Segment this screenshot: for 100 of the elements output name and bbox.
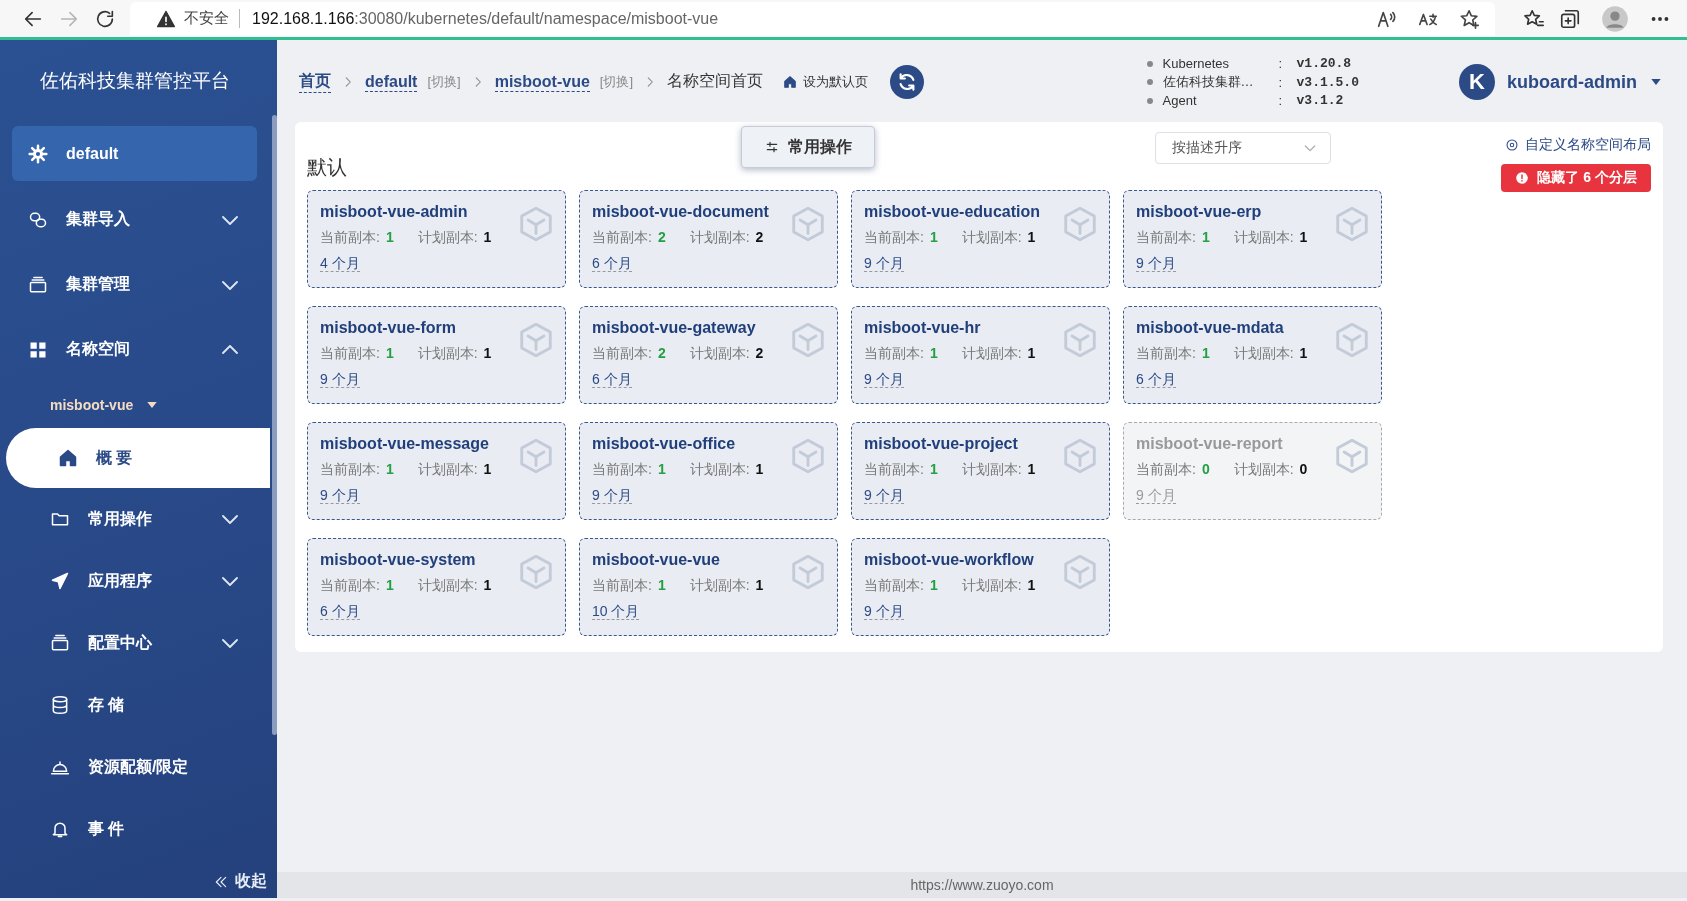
avatar: K <box>1459 64 1495 100</box>
age-text: 9 个月 <box>1136 487 1176 504</box>
workload-card[interactable]: misboot-vue-erp 当前副本: 1 计划副本: 1 9 个月 <box>1123 190 1382 288</box>
workload-card[interactable]: misboot-vue-document 当前副本: 2 计划副本: 2 6 个月 <box>579 190 838 288</box>
version-value: v3.1.5.0 <box>1296 74 1359 90</box>
replica-label: 当前副本: <box>1136 229 1196 245</box>
replica-count: 1 <box>1201 345 1210 361</box>
workload-card[interactable]: misboot-vue-workflow 当前副本: 1 计划副本: 1 9 个月 <box>851 538 1110 636</box>
menu-item[interactable]: 集群管理 <box>0 252 270 317</box>
tray-icon <box>50 633 70 653</box>
workload-card[interactable]: misboot-vue-mdata 当前副本: 1 计划副本: 1 6 个月 <box>1123 306 1382 404</box>
age-text: 6 个月 <box>1136 371 1176 388</box>
workload-card[interactable]: misboot-vue-system 当前副本: 1 计划副本: 1 6 个月 <box>307 538 566 636</box>
gear-icon <box>28 143 48 164</box>
workload-name[interactable]: misboot-vue-form <box>320 319 492 337</box>
workload-card[interactable]: misboot-vue-message 当前副本: 1 计划副本: 1 9 个月 <box>307 422 566 520</box>
workload-card[interactable]: misboot-vue-form 当前副本: 1 计划副本: 1 9 个月 <box>307 306 566 404</box>
replica-label: 当前副本: <box>592 461 652 477</box>
workload-card[interactable]: misboot-vue-report 当前副本: 0 计划副本: 0 9 个月 <box>1123 422 1382 520</box>
replica-count: 1 <box>929 461 938 477</box>
breadcrumb-link[interactable]: misboot-vue <box>494 72 590 92</box>
menu-item[interactable]: 资源配额/限定 <box>0 736 270 798</box>
replica-count: 1 <box>385 577 394 593</box>
collapse-button[interactable]: 收起 <box>0 871 277 898</box>
replica-count: 2 <box>657 229 666 245</box>
replica-count: 1 <box>657 461 666 477</box>
replica-count: 1 <box>1027 577 1036 593</box>
workload-name[interactable]: misboot-vue-document <box>592 203 769 221</box>
chevron-icon <box>222 576 238 586</box>
workload-name[interactable]: misboot-vue-mdata <box>1136 319 1308 337</box>
workload-card[interactable]: misboot-vue-project 当前副本: 1 计划副本: 1 9 个月 <box>851 422 1110 520</box>
menu-item[interactable]: 配置中心 <box>0 612 270 674</box>
cube-icon <box>1333 321 1371 359</box>
version-label: Agent <box>1162 93 1198 108</box>
replica-label: 当前副本: <box>864 461 924 477</box>
replica-label: 计划副本: <box>1233 229 1294 245</box>
menu-item[interactable]: 存 储 <box>0 674 270 736</box>
replica-count: 1 <box>755 461 764 477</box>
workload-name[interactable]: misboot-vue-hr <box>864 319 1036 337</box>
workload-name[interactable]: misboot-vue-admin <box>320 203 492 221</box>
actions-button[interactable]: 常用操作 <box>741 126 875 168</box>
workload-card[interactable]: misboot-vue-hr 当前副本: 1 计划副本: 1 9 个月 <box>851 306 1110 404</box>
menu-item[interactable]: 名称空间 <box>0 317 270 382</box>
scrollbar[interactable] <box>272 115 277 735</box>
breadcrumb-link[interactable]: default <box>365 72 418 92</box>
workload-name[interactable]: misboot-vue-erp <box>1136 203 1308 221</box>
age-text: 4 个月 <box>320 255 360 272</box>
replica-count: 2 <box>755 229 764 245</box>
workload-name[interactable]: misboot-vue-vue <box>592 551 764 569</box>
tray-icon <box>28 274 48 295</box>
breadcrumb-link[interactable]: 首页 <box>299 71 331 93</box>
workload-name[interactable]: misboot-vue-gateway <box>592 319 764 337</box>
replica-count: 1 <box>1299 229 1308 245</box>
chevron-icon <box>222 279 238 290</box>
workload-name[interactable]: misboot-vue-education <box>864 203 1040 221</box>
footer-url[interactable]: https://www.zuoyo.com <box>910 877 1054 893</box>
menu-item[interactable]: 应用程序 <box>0 550 270 612</box>
cube-icon <box>517 321 555 359</box>
sort-dropdown[interactable]: 按描述升序 <box>1155 132 1331 164</box>
menu-item[interactable]: 常用操作 <box>0 488 270 550</box>
age-text: 9 个月 <box>864 487 904 504</box>
address-bar[interactable]: 不安全 192.168.1.166:30080/kubernetes/default/namespace/misboot-vue <box>130 1 1495 36</box>
replica-label: 当前副本: <box>592 577 652 593</box>
set-default-link[interactable]: 设为默认页 <box>783 73 869 91</box>
menu-item[interactable]: 集群导入 <box>0 187 270 252</box>
collections-icon[interactable] <box>1559 7 1581 30</box>
workload-name[interactable]: misboot-vue-message <box>320 435 492 453</box>
replica-count: 1 <box>929 345 938 361</box>
star-plus-icon[interactable] <box>1459 7 1481 30</box>
cube-icon <box>1061 553 1099 591</box>
replica-count: 0 <box>1299 461 1308 477</box>
age-text: 9 个月 <box>864 255 904 272</box>
user-menu[interactable]: K kuboard-admin <box>1459 64 1663 100</box>
profile-icon[interactable] <box>1601 4 1629 33</box>
workload-card[interactable]: misboot-vue-gateway 当前副本: 2 计划副本: 2 6 个月 <box>579 306 838 404</box>
workload-card[interactable]: misboot-vue-education 当前副本: 1 计划副本: 1 9 个月 <box>851 190 1110 288</box>
workload-name[interactable]: misboot-vue-office <box>592 435 764 453</box>
menu-item[interactable]: default <box>12 126 257 181</box>
replica-count: 2 <box>657 345 666 361</box>
app-title: 佐佑科技集群管控平台 <box>38 69 231 93</box>
security-label: 不安全 <box>184 9 240 28</box>
workload-name[interactable]: misboot-vue-system <box>320 551 492 569</box>
chevron-icon <box>222 214 238 225</box>
replica-label: 当前副本: <box>864 345 924 361</box>
workload-card[interactable]: misboot-vue-office 当前副本: 1 计划副本: 1 9 个月 <box>579 422 838 520</box>
chevron-icon <box>222 514 238 524</box>
customize-layout-link[interactable]: 自定义名称空间布局 <box>1505 136 1651 154</box>
refresh-icon[interactable] <box>890 65 925 99</box>
menu-item[interactable]: 事 件 <box>0 798 270 860</box>
url-text: 192.168.1.166:30080/kubernetes/default/namespace/misboot-vue <box>251 9 719 28</box>
workload-name[interactable]: misboot-vue-workflow <box>864 551 1036 569</box>
hidden-layers-badge[interactable]: 隐藏了 6 个分层 <box>1501 164 1651 192</box>
namespace-dropdown[interactable]: misboot-vue <box>0 382 270 428</box>
replica-label: 当前副本: <box>864 229 924 245</box>
workload-name[interactable]: misboot-vue-project <box>864 435 1036 453</box>
replica-label: 计划副本: <box>961 577 1022 593</box>
workload-card[interactable]: misboot-vue-vue 当前副本: 1 计划副本: 1 10 个月 <box>579 538 838 636</box>
replica-label: 当前副本: <box>592 229 652 245</box>
workload-card[interactable]: misboot-vue-admin 当前副本: 1 计划副本: 1 4 个月 <box>307 190 566 288</box>
selected-menu-item[interactable]: 概 要 <box>6 428 270 488</box>
